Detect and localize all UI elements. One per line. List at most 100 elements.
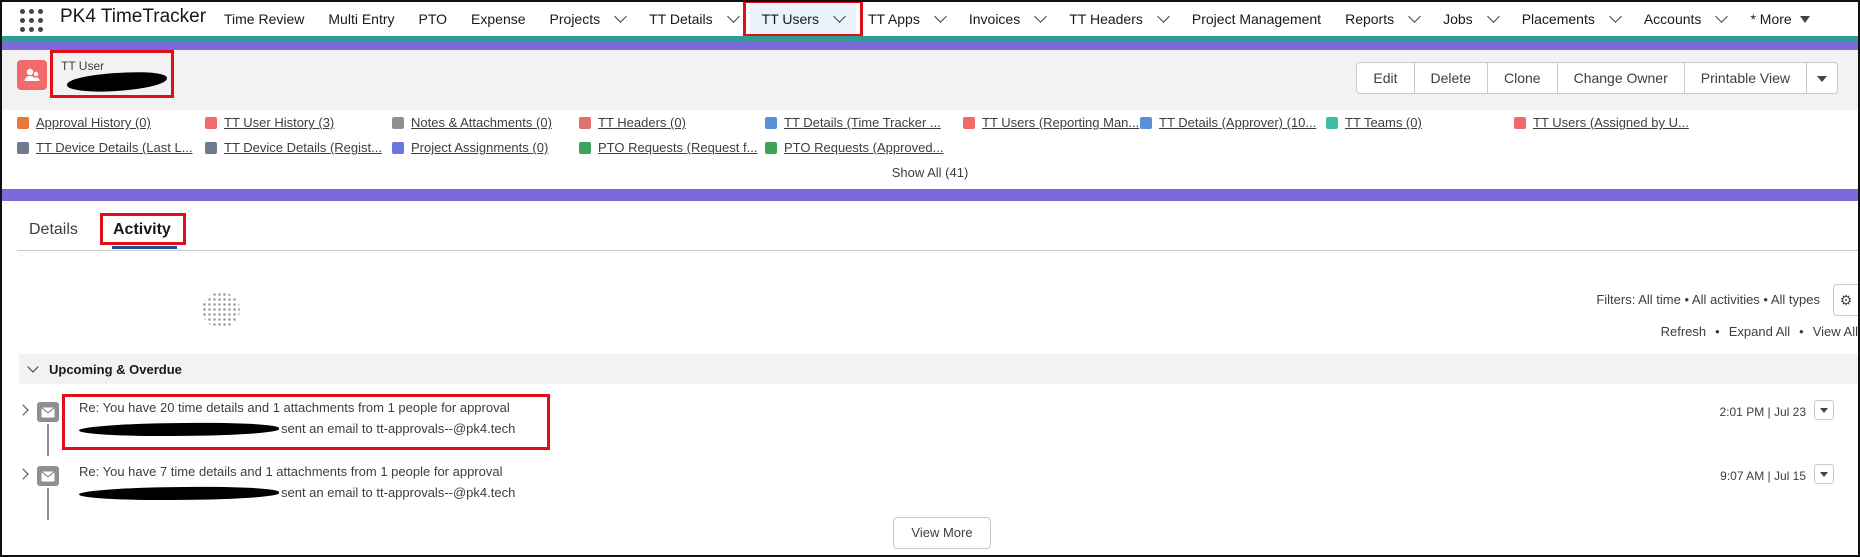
nav-item-label: Multi Entry xyxy=(328,11,395,27)
nav-item-invoices[interactable]: Invoices xyxy=(957,2,1057,36)
nav-item-label: PTO xyxy=(418,11,448,27)
activity-item: Re: You have 20 time details and 1 attac… xyxy=(2,394,1858,457)
related-link[interactable]: PTO Requests (Request f... xyxy=(579,140,757,155)
related-link[interactable]: TT User History (3) xyxy=(205,115,334,130)
item-menu-button[interactable] xyxy=(1814,400,1834,420)
tabs-divider xyxy=(17,250,1858,251)
related-object-icon xyxy=(963,116,975,129)
chevron-down-icon[interactable] xyxy=(1608,10,1622,23)
related-link[interactable]: TT Users (Assigned by U... xyxy=(1514,115,1689,130)
related-object-icon xyxy=(205,141,217,154)
active-tab-underline xyxy=(112,246,177,249)
app-name: PK4 TimeTracker xyxy=(60,6,207,27)
nav-item-tt-apps[interactable]: TT Apps xyxy=(856,2,957,36)
related-link[interactable]: TT Device Details (Regist... xyxy=(205,140,382,155)
related-link-label: TT Device Details (Regist... xyxy=(224,140,382,155)
printable-view-button[interactable]: Printable View xyxy=(1685,63,1807,93)
nav-item-label: Time Review xyxy=(224,11,305,27)
email-subject-link[interactable]: Re: You have 7 time details and 1 attach… xyxy=(79,464,502,479)
view-more-button[interactable]: View More xyxy=(893,517,991,549)
related-object-icon xyxy=(765,116,777,129)
related-link-label: PTO Requests (Request f... xyxy=(598,140,758,155)
nav-item-projects[interactable]: Projects xyxy=(538,2,638,36)
nav-item-expense[interactable]: Expense xyxy=(459,2,537,36)
filter-settings-button[interactable]: ⚙ xyxy=(1833,284,1858,316)
nav-item-tt-details[interactable]: TT Details xyxy=(637,2,750,36)
nav-item-pto[interactable]: PTO xyxy=(407,2,460,36)
chevron-down-icon[interactable] xyxy=(1486,10,1500,23)
app-launcher-icon[interactable] xyxy=(20,9,44,33)
delete-button[interactable]: Delete xyxy=(1415,63,1488,93)
related-link-label: Project Assignments (0) xyxy=(411,140,549,155)
related-link-label: TT Headers (0) xyxy=(598,115,686,130)
related-link[interactable]: TT Device Details (Last L... xyxy=(17,140,193,155)
related-link-label: Notes & Attachments (0) xyxy=(411,115,552,130)
clone-button[interactable]: Clone xyxy=(1488,63,1558,93)
related-link[interactable]: PTO Requests (Approved... xyxy=(765,140,943,155)
related-link[interactable]: Approval History (0) xyxy=(17,115,151,130)
nav-items: Time Review Multi Entry PTO Expense Projects… xyxy=(212,2,1822,37)
item-menu-button[interactable] xyxy=(1814,464,1834,484)
related-link-label: TT Device Details (Last L... xyxy=(36,140,193,155)
related-link[interactable]: TT Headers (0) xyxy=(579,115,686,130)
activity-time: 9:07 AM | Jul 15 xyxy=(1720,469,1806,483)
section-divider-bar xyxy=(2,189,1858,201)
nav-item-placements[interactable]: Placements xyxy=(1510,2,1632,36)
nav-item-more[interactable]: * More xyxy=(1738,2,1821,36)
nav-item-tt-headers[interactable]: TT Headers xyxy=(1057,2,1180,36)
view-all-link[interactable]: View All xyxy=(1813,324,1858,339)
chevron-down-icon[interactable] xyxy=(614,10,627,23)
section-title: Upcoming & Overdue xyxy=(49,362,182,377)
chevron-down-icon[interactable] xyxy=(933,10,947,23)
chevron-down-icon[interactable] xyxy=(726,10,740,23)
nav-item-label: Invoices xyxy=(968,11,1021,27)
show-all-link[interactable]: Show All (41) xyxy=(2,165,1858,180)
caret-down-icon[interactable] xyxy=(1799,15,1810,23)
refresh-link[interactable]: Refresh xyxy=(1661,324,1707,339)
related-object-icon xyxy=(17,141,29,154)
nav-item-label: Project Management xyxy=(1191,11,1322,27)
app-frame: PK4 TimeTracker Time Review Multi Entry PT… xyxy=(0,0,1860,557)
gear-icon: ⚙ xyxy=(1839,291,1853,308)
related-link[interactable]: TT Users (Reporting Man... xyxy=(963,115,1139,130)
related-object-icon xyxy=(579,141,591,154)
top-nav: PK4 TimeTracker Time Review Multi Entry PT… xyxy=(2,2,1858,37)
chevron-right-icon[interactable] xyxy=(17,468,29,480)
related-link-label: TT User History (3) xyxy=(224,115,335,130)
related-links: Approval History (0) TT User History (3) N… xyxy=(2,110,1858,186)
upcoming-overdue-section[interactable]: Upcoming & Overdue xyxy=(19,354,1858,384)
tab-details[interactable]: Details xyxy=(29,221,78,239)
activity-item: Re: You have 7 time details and 1 attach… xyxy=(2,461,1858,521)
nav-item-label: TT Details xyxy=(649,11,713,27)
related-link[interactable]: TT Details (Time Tracker ... xyxy=(765,115,941,130)
activity-filters[interactable]: Filters: All time • All activities • All… xyxy=(1596,292,1820,307)
nav-item-multi-entry[interactable]: Multi Entry xyxy=(316,2,406,36)
chevron-down-icon[interactable] xyxy=(1408,10,1421,23)
nav-item-label: TT Headers xyxy=(1069,11,1143,27)
related-link-label: TT Details (Approver) (10... xyxy=(1159,115,1317,130)
nav-item-tt-users[interactable]: TT Users xyxy=(742,2,863,37)
nav-item-project-management[interactable]: Project Management xyxy=(1180,2,1333,36)
nav-item-accounts[interactable]: Accounts xyxy=(1632,2,1739,36)
nav-item-time-review[interactable]: Time Review xyxy=(212,2,316,36)
chevron-down-icon[interactable] xyxy=(833,10,846,23)
related-link[interactable]: TT Teams (0) xyxy=(1326,115,1422,130)
nav-item-reports[interactable]: Reports xyxy=(1333,2,1431,36)
change-owner-button[interactable]: Change Owner xyxy=(1558,63,1685,93)
related-link[interactable]: TT Details (Approver) (10... xyxy=(1140,115,1316,130)
object-label: TT User xyxy=(61,59,105,73)
nav-item-label: Placements xyxy=(1521,11,1595,27)
nav-item-jobs[interactable]: Jobs xyxy=(1431,2,1510,36)
related-link[interactable]: Notes & Attachments (0) xyxy=(392,115,552,130)
chevron-down-icon[interactable] xyxy=(1715,10,1729,23)
nav-item-label: TT Users xyxy=(761,11,819,27)
chevron-right-icon[interactable] xyxy=(17,404,29,416)
related-link[interactable]: Project Assignments (0) xyxy=(392,140,548,155)
chevron-down-icon[interactable] xyxy=(1034,10,1048,23)
chevron-down-icon[interactable] xyxy=(1157,10,1170,23)
redacted-record-name xyxy=(66,70,168,94)
more-actions-button[interactable] xyxy=(1807,63,1837,93)
edit-button[interactable]: Edit xyxy=(1357,63,1415,93)
nav-purple-bar xyxy=(2,41,1858,50)
expand-all-link[interactable]: Expand All xyxy=(1729,324,1790,339)
